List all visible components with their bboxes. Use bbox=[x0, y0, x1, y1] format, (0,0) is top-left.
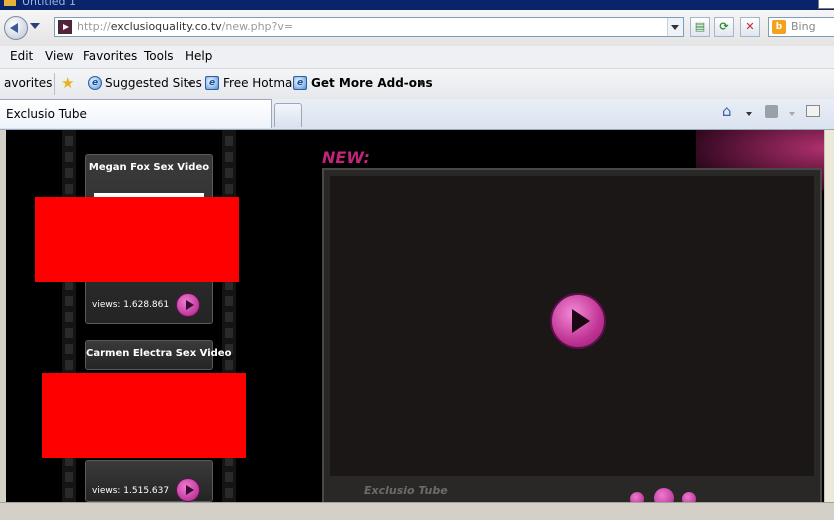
video-card[interactable]: Carmen Electra Sex Video bbox=[85, 340, 231, 370]
sprocket-hole bbox=[225, 472, 233, 482]
url-scheme: http:// bbox=[77, 20, 111, 33]
status-bar bbox=[0, 502, 834, 520]
address-dropdown-button[interactable] bbox=[667, 18, 683, 36]
sprocket-hole bbox=[65, 296, 73, 306]
web-page: Megan Fox Sex Video views: 1.628.861 Car… bbox=[6, 130, 824, 502]
favorites-button[interactable]: avorites bbox=[4, 76, 52, 90]
sprocket-hole bbox=[225, 152, 233, 162]
sprocket-hole bbox=[65, 152, 73, 162]
search-input[interactable]: b Bing bbox=[768, 17, 834, 37]
menu-bar: Edit View Favorites Tools Help bbox=[0, 46, 834, 69]
ie-page-icon: e bbox=[293, 76, 307, 90]
feeds-icon[interactable] bbox=[765, 105, 778, 118]
ie-icon: e bbox=[88, 76, 102, 90]
new-tab-button[interactable] bbox=[274, 103, 302, 127]
video-title[interactable]: Carmen Electra Sex Video bbox=[86, 348, 231, 359]
play-icon[interactable] bbox=[654, 488, 674, 502]
search-provider-label: Bing bbox=[791, 20, 816, 33]
sprocket-hole bbox=[65, 136, 73, 146]
sprocket-hole bbox=[225, 296, 233, 306]
back-button[interactable] bbox=[4, 16, 28, 40]
compatibility-view-icon[interactable]: ▤ bbox=[690, 17, 710, 37]
tab-exclusio-tube[interactable]: Exclusio Tube bbox=[0, 99, 272, 128]
video-thumbnail[interactable] bbox=[42, 373, 246, 458]
sprocket-hole bbox=[65, 488, 73, 498]
sprocket-hole bbox=[225, 328, 233, 338]
recent-pages-dropdown-icon[interactable] bbox=[30, 23, 40, 29]
sprocket-hole bbox=[65, 472, 73, 482]
menu-tools[interactable]: Tools bbox=[144, 49, 174, 63]
play-icon[interactable] bbox=[550, 293, 606, 349]
sprocket-hole bbox=[65, 312, 73, 322]
sprocket-hole bbox=[225, 360, 233, 370]
chevron-down-icon[interactable] bbox=[789, 112, 795, 116]
url-path: /new.php?v= bbox=[221, 20, 294, 33]
refresh-button[interactable]: ⟳ bbox=[714, 17, 734, 37]
video-card-footer[interactable]: views: 1.515.637 bbox=[85, 460, 213, 502]
address-toolbar: http://exclusioquality.co.tv/new.php?v= … bbox=[0, 10, 834, 47]
sprocket-hole bbox=[225, 312, 233, 322]
sprocket-hole bbox=[225, 184, 233, 194]
chevron-down-icon[interactable] bbox=[187, 82, 193, 86]
video-screen[interactable] bbox=[330, 176, 814, 476]
sprocket-hole bbox=[225, 168, 233, 178]
player-brand-label: Exclusio Tube bbox=[364, 484, 448, 497]
favorites-bar: avorites ★ e Suggested Sites e Free Hotm… bbox=[0, 69, 834, 100]
chevron-down-icon[interactable] bbox=[418, 82, 424, 86]
menu-favorites[interactable]: Favorites bbox=[83, 49, 137, 63]
menu-edit[interactable]: Edit bbox=[10, 49, 33, 63]
play-icon[interactable] bbox=[176, 478, 200, 502]
sprocket-hole bbox=[65, 344, 73, 354]
view-count: views: 1.628.861 bbox=[92, 300, 170, 310]
next-icon[interactable] bbox=[682, 492, 696, 502]
app-icon bbox=[4, 0, 16, 6]
menu-view[interactable]: View bbox=[45, 49, 73, 63]
window-control-button[interactable] bbox=[818, 0, 834, 9]
video-title[interactable]: Megan Fox Sex Video bbox=[86, 162, 212, 173]
sprocket-hole bbox=[65, 168, 73, 178]
sprocket-hole bbox=[65, 360, 73, 370]
url-domain: exclusioquality.co.tv bbox=[110, 20, 222, 33]
stop-button[interactable]: ✕ bbox=[740, 17, 760, 37]
url-text: http://exclusioquality.co.tv/new.php?v= bbox=[77, 20, 293, 33]
bing-icon: b bbox=[772, 20, 786, 34]
address-input[interactable]: http://exclusioquality.co.tv/new.php?v= bbox=[54, 17, 684, 37]
tab-label: Exclusio Tube bbox=[6, 107, 87, 121]
new-label: NEW: bbox=[322, 148, 370, 167]
menu-help[interactable]: Help bbox=[185, 49, 212, 63]
video-player[interactable]: Exclusio Tube bbox=[322, 168, 822, 502]
sprocket-hole bbox=[65, 328, 73, 338]
tab-bar: Exclusio Tube ⌂ bbox=[0, 99, 834, 130]
read-mail-icon[interactable] bbox=[806, 105, 820, 117]
get-more-addons-link[interactable]: Get More Add-ons bbox=[311, 76, 433, 90]
previous-icon[interactable] bbox=[630, 492, 644, 502]
divider bbox=[54, 73, 55, 95]
sprocket-hole bbox=[65, 184, 73, 194]
site-favicon-icon bbox=[58, 20, 72, 34]
play-icon[interactable] bbox=[176, 293, 200, 317]
video-thumbnail[interactable] bbox=[35, 197, 239, 282]
ie-page-icon: e bbox=[205, 76, 219, 90]
free-hotmail-link[interactable]: Free Hotmail bbox=[223, 76, 299, 90]
sprocket-hole bbox=[225, 136, 233, 146]
vertical-scrollbar[interactable] bbox=[824, 130, 834, 502]
window-title: Untitled 1 bbox=[22, 0, 77, 8]
window-title-bar: Untitled 1 bbox=[0, 0, 834, 10]
view-count: views: 1.515.637 bbox=[92, 486, 170, 496]
sprocket-hole bbox=[225, 488, 233, 498]
home-icon[interactable]: ⌂ bbox=[722, 102, 732, 120]
add-to-favorites-star-icon[interactable]: ★ bbox=[61, 74, 74, 92]
chevron-down-icon[interactable] bbox=[746, 112, 752, 116]
